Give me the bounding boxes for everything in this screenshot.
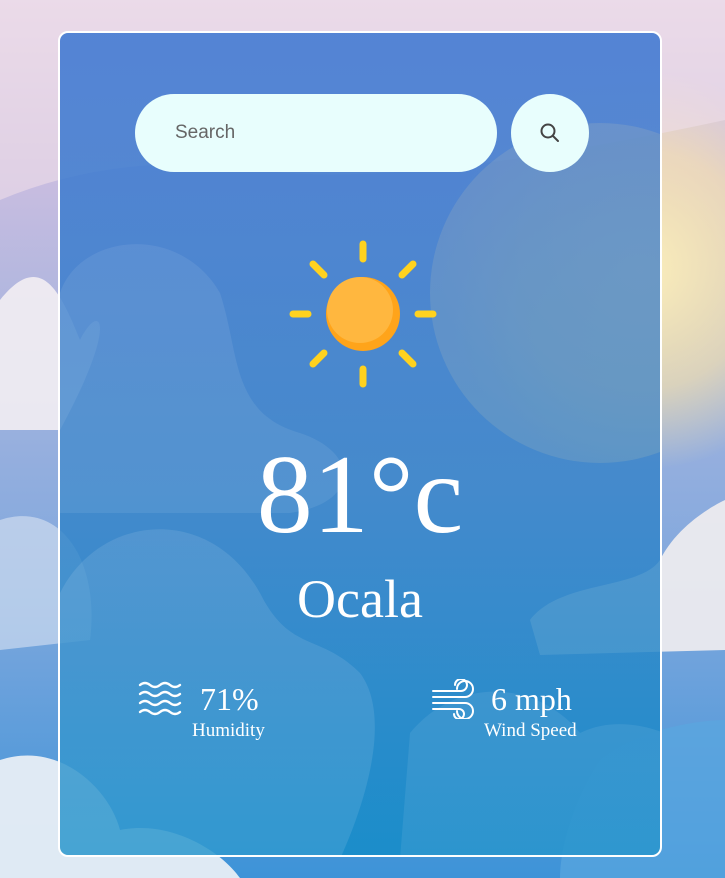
weather-card: 81°c Ocala 71% Humidity 6 mph Wind Speed <box>58 31 662 857</box>
sun-icon <box>289 240 437 388</box>
city-name: Ocala <box>297 569 423 629</box>
humidity-value: 71% <box>200 681 259 717</box>
temperature: 81°c <box>256 433 464 557</box>
wind-value: 6 mph <box>491 681 572 717</box>
search-button[interactable] <box>511 94 589 172</box>
wind-icon <box>432 679 474 719</box>
waves-icon <box>138 681 182 716</box>
humidity-detail: 71% Humidity <box>138 677 288 747</box>
wind-detail: 6 mph Wind Speed <box>431 677 601 747</box>
humidity-label: Humidity <box>192 720 265 741</box>
search-icon <box>540 123 559 142</box>
search-input[interactable] <box>135 94 497 172</box>
wind-label: Wind Speed <box>484 720 577 741</box>
